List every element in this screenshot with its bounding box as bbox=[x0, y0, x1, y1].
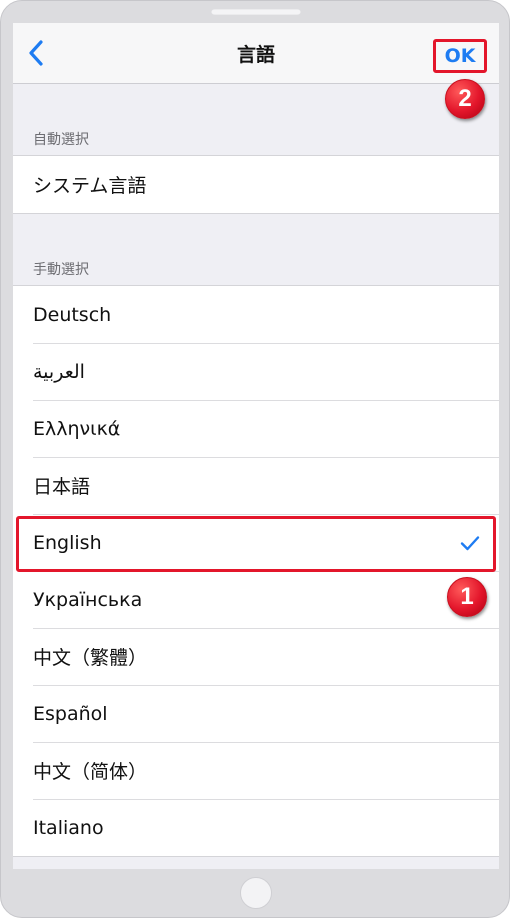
language-item-arabic[interactable]: العربية bbox=[13, 343, 499, 400]
list-item-label: 中文（繁體） bbox=[33, 647, 148, 669]
list-item-label: Українська bbox=[33, 588, 143, 611]
list-item-label: Español bbox=[33, 702, 108, 725]
language-item-spanish[interactable]: Español bbox=[13, 685, 499, 742]
home-button[interactable] bbox=[240, 877, 272, 909]
list-item-label: Italiano bbox=[33, 816, 104, 839]
language-item-english[interactable]: English bbox=[13, 514, 499, 571]
language-item-chinese-traditional[interactable]: 中文（繁體） bbox=[13, 628, 499, 685]
language-item-japanese[interactable]: 日本語 bbox=[13, 457, 499, 514]
language-item-chinese-simplified[interactable]: 中文（简体） bbox=[13, 742, 499, 799]
list-item-system-language[interactable]: システム言語 bbox=[13, 156, 499, 213]
manual-select-group: Deutsch العربية Ελληνικά 日本語 English Укр… bbox=[13, 285, 499, 857]
language-item-deutsch[interactable]: Deutsch bbox=[13, 286, 499, 343]
list-item-label: 日本語 bbox=[33, 476, 91, 498]
checkmark-icon bbox=[460, 536, 480, 551]
section-header-auto: 自動選択 bbox=[33, 132, 89, 148]
speaker-slot bbox=[211, 9, 301, 15]
step-1-badge: 1 bbox=[447, 577, 487, 617]
screen: 言語 OK 自動選択 システム言語 手動選択 Deutsch العربية Ε… bbox=[13, 23, 499, 869]
ok-button[interactable]: OK bbox=[433, 39, 487, 73]
phone-frame: 言語 OK 自動選択 システム言語 手動選択 Deutsch العربية Ε… bbox=[0, 0, 510, 918]
step-2-badge: 2 bbox=[445, 79, 485, 119]
list-item-label: 中文（简体） bbox=[33, 761, 148, 783]
page-title: 言語 bbox=[236, 44, 275, 66]
language-item-italian[interactable]: Italiano bbox=[13, 799, 499, 856]
auto-select-group: システム言語 bbox=[13, 155, 499, 214]
language-item-greek[interactable]: Ελληνικά bbox=[13, 400, 499, 457]
section-header-manual: 手動選択 bbox=[33, 262, 89, 278]
list-item-label: العربية bbox=[33, 360, 85, 383]
language-item-ukrainian[interactable]: Українська bbox=[13, 571, 499, 628]
navigation-bar: 言語 OK bbox=[13, 23, 499, 84]
list-item-label: Deutsch bbox=[33, 303, 112, 326]
ok-button-label: OK bbox=[444, 45, 476, 67]
list-item-label: システム言語 bbox=[33, 175, 147, 197]
list-item-label: Ελληνικά bbox=[33, 417, 121, 440]
list-item-label: English bbox=[33, 531, 102, 554]
